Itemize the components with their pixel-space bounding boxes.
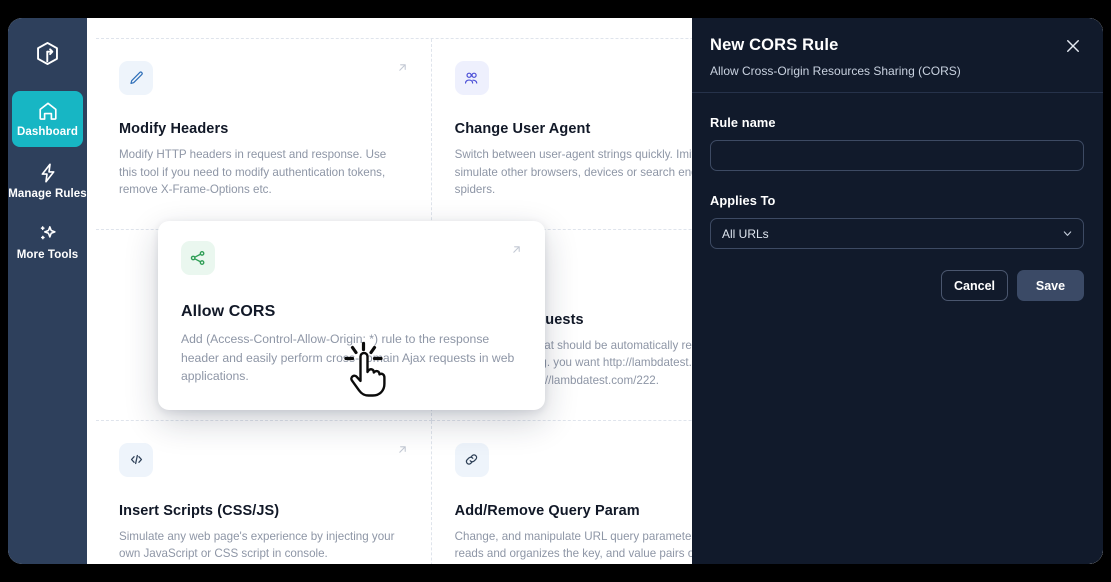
panel-actions: Cancel Save <box>710 270 1084 301</box>
card-title: Insert Scripts (CSS/JS) <box>119 502 280 519</box>
sidebar-item-label: More Tools <box>16 249 79 261</box>
link-icon <box>454 442 489 477</box>
tool-card-insert-scripts[interactable]: Insert Scripts (CSS/JS) Simulate any web… <box>96 420 432 564</box>
sidebar-item-manage-rules[interactable]: Manage Rules <box>8 153 87 209</box>
applies-to-select-wrap: All URLs <box>710 218 1084 249</box>
pencil-icon <box>119 61 153 95</box>
panel-title: New CORS Rule <box>710 36 839 54</box>
save-button[interactable]: Save <box>1017 270 1084 301</box>
tool-card-modify-headers[interactable]: Modify Headers Modify HTTP headers in re… <box>96 39 432 230</box>
sidebar-item-more-tools[interactable]: More Tools <box>12 214 83 270</box>
card-title: Allow CORS <box>181 303 276 320</box>
arrow-up-right-icon[interactable] <box>510 243 523 256</box>
share-nodes-icon <box>181 241 215 275</box>
panel-body: Rule name Applies To All URLs Cancel Sav… <box>692 93 1103 301</box>
app-window: Dashboard Manage Rules More Tools Modify… <box>8 18 1103 564</box>
bolt-icon <box>40 162 55 183</box>
card-description: Modify HTTP headers in request and respo… <box>119 148 387 197</box>
arrow-up-right-icon[interactable] <box>396 443 409 456</box>
code-icon <box>119 442 153 477</box>
sidebar-item-label: Manage Rules <box>8 187 87 200</box>
rule-name-input[interactable] <box>710 140 1084 171</box>
home-icon <box>38 102 57 120</box>
applies-to-selected-value: All URLs <box>722 226 769 241</box>
new-cors-rule-panel: New CORS Rule Allow Cross-Origin Resourc… <box>692 18 1103 564</box>
panel-subtitle: Allow Cross-Origin Resources Sharing (CO… <box>710 64 961 78</box>
arrow-up-right-icon[interactable] <box>396 61 409 74</box>
tool-card-allow-cors[interactable]: Allow CORS Add (Access-Control-Allow-Ori… <box>158 221 545 410</box>
main-content: Modify Headers Modify HTTP headers in re… <box>87 18 1103 564</box>
applies-to-select[interactable]: All URLs <box>710 218 1084 249</box>
sidebar: Dashboard Manage Rules More Tools <box>8 18 87 564</box>
card-title: Modify Headers <box>119 121 229 137</box>
cancel-button[interactable]: Cancel <box>941 270 1008 301</box>
rule-name-label: Rule name <box>710 115 776 130</box>
sparkles-icon <box>40 226 56 240</box>
hexagon-arrow-logo[interactable] <box>24 29 72 77</box>
panel-header: New CORS Rule Allow Cross-Origin Resourc… <box>692 18 1103 93</box>
close-icon[interactable] <box>1064 37 1082 55</box>
users-icon <box>454 61 489 95</box>
card-description: Add (Access-Control-Allow-Origin: *) rul… <box>181 332 515 384</box>
sidebar-item-dashboard[interactable]: Dashboard <box>12 91 83 147</box>
sidebar-item-label: Dashboard <box>17 126 78 138</box>
applies-to-label: Applies To <box>710 193 776 208</box>
card-description: Simulate any web page's experience by in… <box>119 529 395 561</box>
